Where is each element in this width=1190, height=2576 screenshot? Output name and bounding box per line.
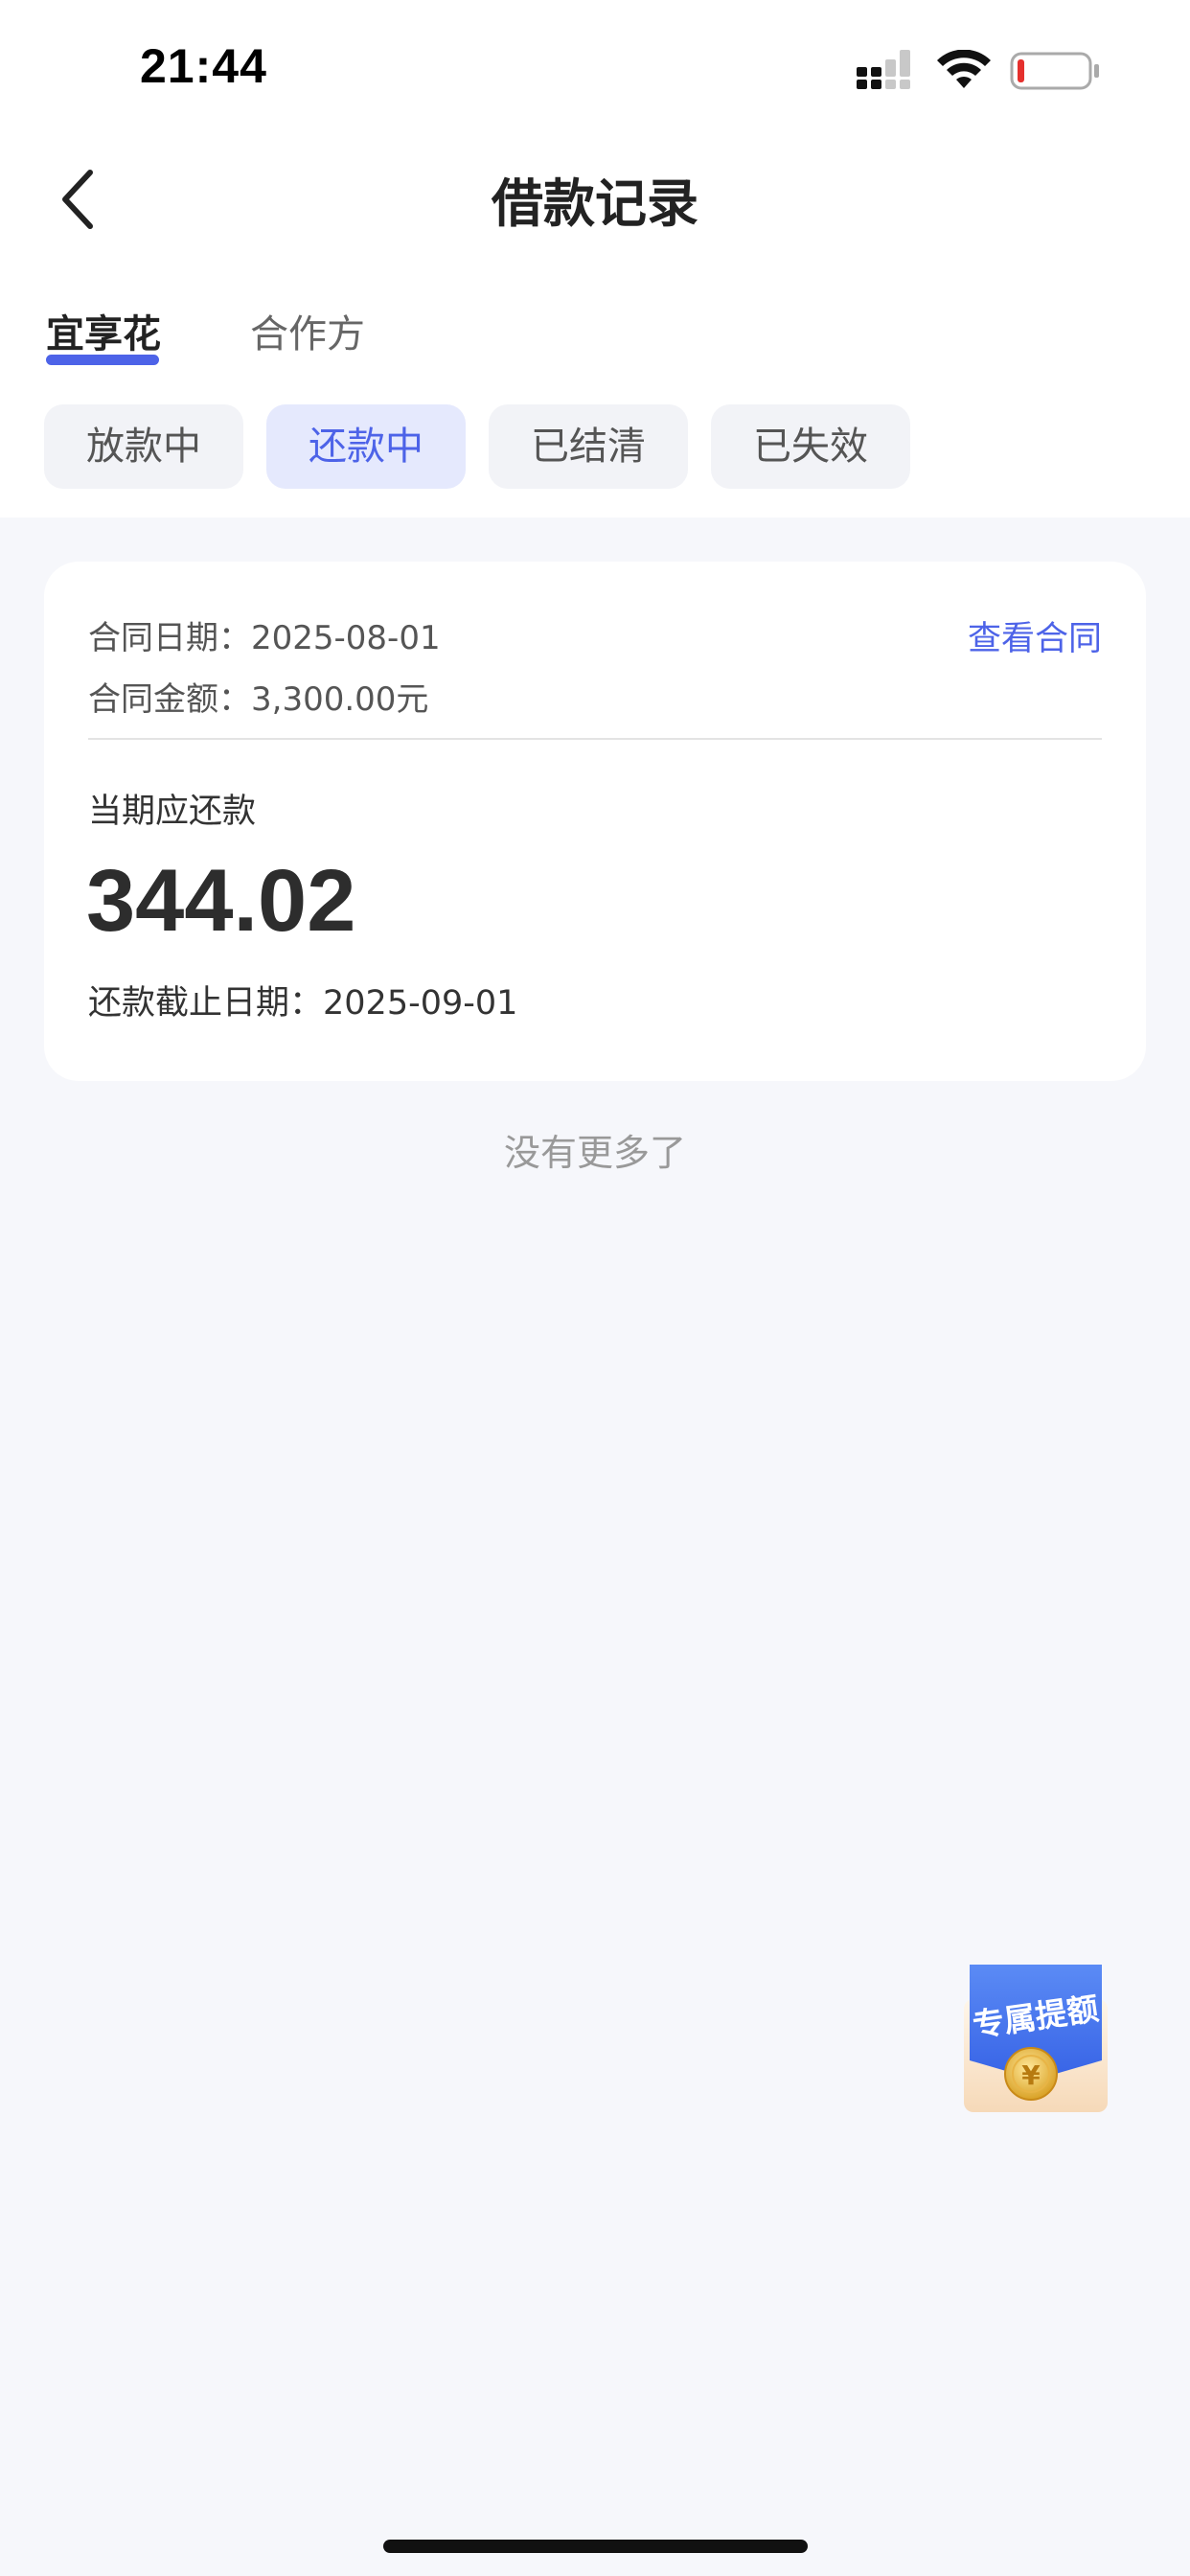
chip-expired[interactable]: 已失效 (711, 404, 910, 489)
active-tab-indicator (46, 355, 159, 365)
contract-date-label: 合同日期： (88, 619, 251, 657)
contract-amount-row: 合同金额：3,300.00元 (88, 673, 428, 720)
credit-boost-badge[interactable]: 专属提额 ¥ (962, 1961, 1110, 2116)
list-end-text: 没有更多了 (503, 1132, 686, 1174)
contract-amount-label: 合同金额： (88, 680, 251, 719)
deadline-label: 还款截止日期： (88, 984, 324, 1023)
coin-icon: ¥ (1021, 2059, 1041, 2091)
battery-icon (1010, 52, 1099, 90)
chip-repaying[interactable]: 还款中 (266, 404, 466, 489)
screen: 21:44 借款记录 宜享花 合作方 放款中 还款中 已结清 已失效 合同日期：… (0, 0, 1190, 2576)
contract-date-value: 2025-08-01 (251, 619, 441, 657)
tab-partner[interactable]: 合作方 (250, 303, 365, 358)
tab-yixianghua[interactable]: 宜享花 (46, 303, 161, 358)
signal-icon (857, 50, 910, 89)
due-amount-label: 当期应还款 (88, 793, 257, 831)
wifi-icon (937, 50, 991, 88)
header-area: 21:44 借款记录 宜享花 合作方 放款中 还款中 已结清 已失效 (0, 0, 1190, 518)
status-time: 21:44 (140, 39, 267, 93)
chip-disbursing[interactable]: 放款中 (44, 404, 243, 489)
home-indicator (383, 2540, 808, 2553)
loan-record-card[interactable]: 合同日期：2025-08-01 查看合同 合同金额：3,300.00元 当期应还… (44, 562, 1146, 1081)
page-title: 借款记录 (492, 173, 698, 234)
deadline-value: 2025-09-01 (323, 984, 518, 1023)
due-amount-value: 344.02 (86, 852, 356, 950)
contract-amount-value: 3,300.00元 (251, 680, 429, 719)
card-divider (88, 738, 1102, 740)
deadline-row: 还款截止日期：2025-09-01 (88, 976, 517, 1024)
contract-date-row: 合同日期：2025-08-01 (88, 611, 441, 658)
chip-settled[interactable]: 已结清 (489, 404, 688, 489)
view-contract-link[interactable]: 查看合同 (968, 611, 1102, 660)
